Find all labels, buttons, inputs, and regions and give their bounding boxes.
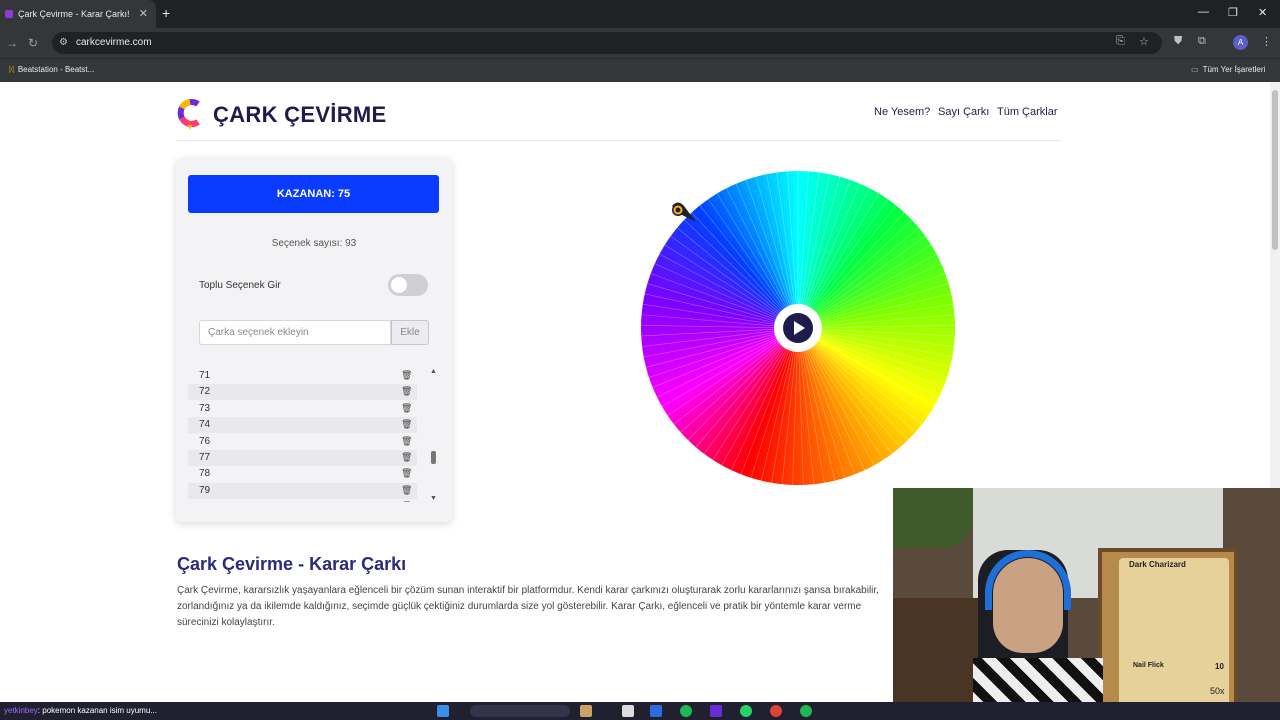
folder-icon: ▭	[1191, 65, 1199, 74]
file-explorer-icon[interactable]	[622, 705, 634, 717]
trash-icon[interactable]: 🗑	[401, 386, 412, 397]
winner-banner: KAZANAN: 75	[188, 175, 439, 213]
browser-toolbar: → ↻ ⚙ carkcevirme.com ⎘ ☆ ⛊ ⧉ ⋮	[0, 28, 1280, 58]
taskbar: yetkinbey: pokemon kazanan isim uyumu...	[0, 702, 1280, 720]
chat-message: yetkinbey: pokemon kazanan isim uyumu...	[4, 706, 157, 715]
new-tab-button[interactable]: +	[162, 5, 170, 21]
edge-icon[interactable]	[650, 705, 662, 717]
trash-icon[interactable]: 🗑	[401, 436, 412, 447]
url-text: carkcevirme.com	[76, 37, 152, 48]
option-label: 74	[199, 419, 211, 431]
whatsapp-icon[interactable]	[740, 705, 752, 717]
extensions-icon[interactable]: ⧉	[1198, 35, 1206, 48]
option-label: 71	[199, 370, 211, 381]
logo-icon[interactable]	[176, 98, 204, 130]
bookmark-star-icon[interactable]: ☆	[1139, 35, 1149, 48]
restore-icon[interactable]: ❐	[1228, 6, 1238, 19]
header-divider	[176, 140, 1061, 141]
card-name: Dark Charizard	[1129, 560, 1186, 569]
option-label: 72	[199, 386, 211, 398]
address-bar[interactable]: ⚙ carkcevirme.com	[52, 32, 1162, 54]
option-input[interactable]	[199, 320, 391, 345]
taskbar-search-box[interactable]	[470, 705, 570, 717]
options-list: 71 🗑 72 🗑 73 🗑 74 🗑 76 🗑 77 🗑 78 🗑 79 🗑 80 🗑	[188, 368, 440, 502]
spotify-icon[interactable]	[800, 705, 812, 717]
discord-icon[interactable]	[710, 705, 722, 717]
card-number: 10	[1215, 662, 1224, 671]
option-label: 79	[199, 484, 211, 496]
trash-icon[interactable]: 🗑	[401, 452, 412, 463]
minimize-icon[interactable]: —	[1198, 6, 1209, 18]
chat-text: : pokemon kazanan isim uyumu...	[37, 706, 157, 715]
bulk-entry-label: Toplu Seçenek Gir	[199, 280, 281, 291]
chrome-icon[interactable]	[770, 705, 782, 717]
list-item: 73 🗑	[188, 401, 417, 417]
shield-icon[interactable]: ⛊	[1174, 35, 1182, 48]
reload-icon[interactable]: ↻	[28, 36, 38, 50]
bookmarks-bar: ᛞ Beatstation - Beatst... ▭ Tüm Yer İşaret…	[0, 58, 1280, 82]
cam-plant	[893, 488, 973, 548]
options-panel: KAZANAN: 75 Seçenek sayısı: 93 Toplu Seç…	[176, 158, 452, 522]
page-scrollbar-thumb[interactable]	[1272, 90, 1278, 250]
chat-user: yetkinbey	[4, 706, 38, 715]
brand-title[interactable]: ÇARK ÇEVİRME	[213, 102, 387, 128]
list-item: 79 🗑	[188, 482, 417, 499]
option-label: 78	[199, 468, 211, 480]
section-description: Çark Çevirme, kararsızlık yaşayanlara eğ…	[177, 585, 879, 628]
bookmark-favicon-icon: ᛞ	[9, 65, 14, 74]
list-item: 71 🗑	[188, 368, 417, 384]
option-label: 76	[199, 435, 211, 447]
option-label: 80	[199, 501, 210, 502]
list-scrollbar-thumb[interactable]	[431, 451, 436, 464]
app-icon[interactable]	[680, 705, 692, 717]
bookmark-label: Beatstation - Beatst...	[17, 65, 95, 74]
list-item: 78 🗑	[188, 466, 417, 482]
profile-avatar[interactable]: A	[1233, 35, 1248, 50]
nav-ne-yesem[interactable]: Ne Yesem?	[874, 106, 930, 118]
nav-sayi-carki[interactable]: Sayı Çarkı	[938, 106, 989, 118]
favicon-icon	[5, 10, 13, 18]
card-move: Nail Flick	[1133, 662, 1164, 669]
tab-strip: Çark Çevirme - Karar Çarkı! ✕ + — ❐ ✕	[0, 0, 1280, 28]
trash-icon[interactable]: 🗑	[401, 501, 412, 502]
tab-close-icon[interactable]: ✕	[139, 7, 148, 20]
list-item: 74 🗑	[188, 417, 417, 434]
list-item: 72 🗑	[188, 384, 417, 401]
bookmark-beatstation[interactable]: ᛞ Beatstation - Beatst...	[9, 65, 94, 74]
back-icon[interactable]: →	[6, 36, 18, 50]
list-item: 76 🗑	[188, 434, 417, 450]
all-bookmarks-label: Tüm Yer İşaretleri	[1202, 65, 1266, 74]
site-info-icon[interactable]: ⚙	[59, 37, 68, 48]
list-item: 77 🗑	[188, 450, 417, 466]
window-close-icon[interactable]: ✕	[1258, 6, 1267, 19]
nav-tum-carklar[interactable]: Tüm Çarklar	[997, 106, 1058, 118]
windows-start-icon[interactable]	[437, 705, 449, 717]
active-tab[interactable]: Çark Çevirme - Karar Çarkı! ✕	[0, 0, 156, 28]
list-scroll-down-icon[interactable]: ▼	[430, 495, 437, 502]
option-count: Seçenek sayısı: 93	[271, 238, 357, 249]
option-label: 77	[199, 452, 211, 463]
trash-icon[interactable]: 🗑	[401, 468, 412, 479]
wheel-pointer-icon	[672, 202, 696, 222]
taskbar-app-icon[interactable]	[580, 705, 592, 717]
tab-title: Çark Çevirme - Karar Çarkı!	[18, 9, 130, 19]
trash-icon[interactable]: 🗑	[401, 419, 412, 430]
menu-icon[interactable]: ⋮	[1261, 35, 1272, 48]
card-multiplier: 50x	[1210, 686, 1225, 696]
option-label: 73	[199, 402, 211, 414]
webcam-overlay: Dark Charizard Nail Flick 10 50x	[893, 488, 1280, 720]
trash-icon[interactable]: 🗑	[401, 485, 412, 496]
all-bookmarks[interactable]: ▭ Tüm Yer İşaretleri	[1191, 65, 1265, 74]
install-app-icon[interactable]: ⎘	[1116, 35, 1125, 48]
add-option-button[interactable]: Ekle	[391, 320, 429, 345]
trash-icon[interactable]: 🗑	[401, 370, 412, 381]
spin-button[interactable]	[783, 313, 813, 343]
list-item: 80 🗑	[188, 499, 417, 502]
trash-icon[interactable]: 🗑	[401, 403, 412, 414]
list-scroll-up-icon[interactable]: ▲	[430, 368, 437, 375]
play-icon	[794, 321, 805, 335]
toggle-knob	[391, 277, 407, 293]
bulk-entry-toggle[interactable]	[388, 274, 428, 296]
section-title: Çark Çevirme - Karar Çarkı	[177, 554, 407, 574]
